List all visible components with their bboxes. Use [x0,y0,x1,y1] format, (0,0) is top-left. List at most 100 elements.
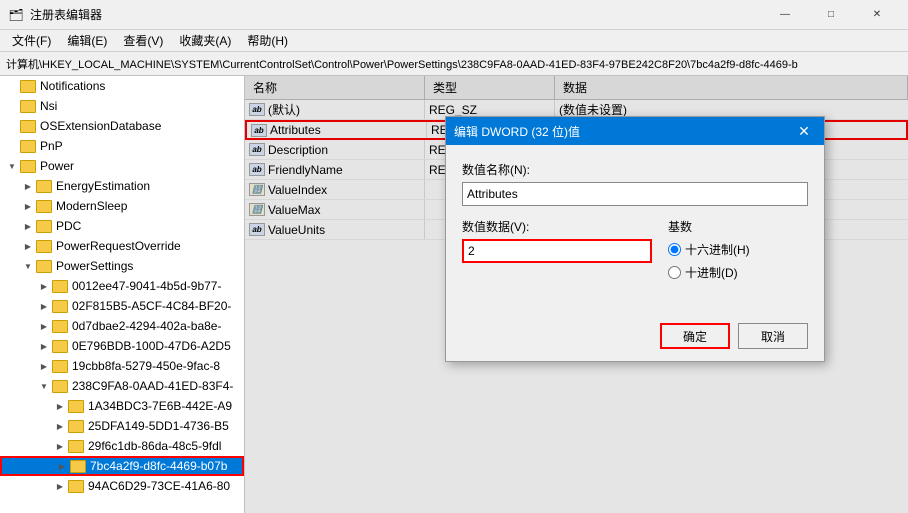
tree-toggle-icon[interactable]: ▶ [52,418,68,434]
folder-icon [36,220,52,233]
tree-item-label: 94AC6D29-73CE-41A6-80 [88,479,230,493]
tree-toggle-icon[interactable]: ▶ [36,298,52,314]
tree-toggle-icon[interactable] [4,138,20,154]
dialog-footer: 确定 取消 [446,315,824,361]
window-controls: — □ ✕ [762,0,900,30]
tree-item[interactable]: ▶ ModernSleep [0,196,244,216]
tree-toggle-icon[interactable]: ▶ [20,238,36,254]
edit-dword-dialog: 编辑 DWORD (32 位)值 ✕ 数值名称(N): 数值数据(V): 基数 [445,116,825,362]
tree-item[interactable]: ▶0d7dbae2-4294-402a-ba8e- [0,316,244,336]
tree-item[interactable]: ▶19cbb8fa-5279-450e-9fac-8 [0,356,244,376]
tree-item-label: PowerRequestOverride [56,239,181,253]
menu-item[interactable]: 文件(F) [4,30,59,51]
dialog-close-button[interactable]: ✕ [792,119,816,143]
modal-overlay: 编辑 DWORD (32 位)值 ✕ 数值名称(N): 数值数据(V): 基数 [245,76,908,513]
tree-item[interactable]: Notifications [0,76,244,96]
folder-icon [36,200,52,213]
name-label: 数值名称(N): [462,161,808,178]
tree-toggle-icon[interactable]: ▶ [20,178,36,194]
tree-item-label: PDC [56,219,81,233]
tree-toggle-icon[interactable]: ▶ [36,318,52,334]
tree-item[interactable]: ▼PowerSettings [0,256,244,276]
tree-item[interactable]: ▶ PowerRequestOverride [0,236,244,256]
menu-item[interactable]: 收藏夹(A) [171,30,239,51]
tree-item-label: EnergyEstimation [56,179,150,193]
hex-radio[interactable] [668,243,681,256]
window-title: 注册表编辑器 [30,6,762,23]
base-label: 基数 [668,218,808,235]
folder-icon [52,300,68,313]
folder-icon [20,160,36,173]
value-section: 数值数据(V): [462,218,652,287]
menu-item[interactable]: 编辑(E) [59,30,115,51]
tree-toggle-icon[interactable] [4,118,20,134]
tree-item[interactable]: Nsi [0,96,244,116]
folder-icon [20,100,36,113]
folder-icon [68,420,84,433]
folder-icon [20,140,36,153]
tree-toggle-icon[interactable]: ▼ [36,378,52,394]
tree-item-label: PnP [40,139,63,153]
tree-toggle-icon[interactable]: ▶ [20,198,36,214]
menu-item[interactable]: 查看(V) [115,30,171,51]
folder-icon [52,360,68,373]
tree-item[interactable]: ▶ 0012ee47-9041-4b5d-9b77- [0,276,244,296]
maximize-button[interactable]: □ [808,0,854,30]
dialog-title: 编辑 DWORD (32 位)值 [454,123,792,140]
tree-item-label: 29f6c1db-86da-48c5-9fdl [88,439,221,453]
tree-toggle-icon[interactable]: ▶ [54,458,70,474]
tree-toggle-icon[interactable] [4,98,20,114]
tree-item[interactable]: ▶ 7bc4a2f9-d8fc-4469-b07b [0,456,244,476]
tree-item[interactable]: ▶02F815B5-A5CF-4C84-BF20- [0,296,244,316]
tree-item-label: 238C9FA8-0AAD-41ED-83F4- [72,379,233,393]
tree-item[interactable]: ▶ 94AC6D29-73CE-41A6-80 [0,476,244,496]
cancel-button[interactable]: 取消 [738,323,808,349]
tree-item[interactable]: OSExtensionDatabase [0,116,244,136]
app-icon: 🗂 [8,7,24,23]
menu-bar: 文件(F)编辑(E)查看(V)收藏夹(A)帮助(H) [0,30,908,52]
ok-button[interactable]: 确定 [660,323,730,349]
tree-item[interactable]: ▶ 0E796BDB-100D-47D6-A2D5 [0,336,244,356]
folder-icon [70,460,86,473]
tree-toggle-icon[interactable]: ▶ [52,438,68,454]
tree-item-label: 1A34BDC3-7E6B-442E-A9 [88,399,232,413]
tree-item[interactable]: ▶ 29f6c1db-86da-48c5-9fdl [0,436,244,456]
menu-item[interactable]: 帮助(H) [239,30,296,51]
tree-toggle-icon[interactable]: ▶ [20,218,36,234]
tree-item-label: 7bc4a2f9-d8fc-4469-b07b [90,459,227,473]
tree-item-label: ModernSleep [56,199,127,213]
minimize-button[interactable]: — [762,0,808,30]
tree-toggle-icon[interactable]: ▶ [36,358,52,374]
title-bar: 🗂 注册表编辑器 — □ ✕ [0,0,908,30]
tree-item[interactable]: PnP [0,136,244,156]
tree-toggle-icon[interactable]: ▶ [52,398,68,414]
right-panel: 名称类型数据 ab(默认)REG_SZ(数值未设置)abAttributesRE… [245,76,908,513]
tree-toggle-icon[interactable]: ▶ [36,278,52,294]
tree-toggle-icon[interactable]: ▶ [36,338,52,354]
tree-item[interactable]: ▼ 238C9FA8-0AAD-41ED-83F4- [0,376,244,396]
tree-toggle-icon[interactable]: ▼ [4,158,20,174]
tree-scroll[interactable]: NotificationsNsiOSExtensionDatabasePnP▼P… [0,76,244,513]
tree-toggle-icon[interactable]: ▶ [52,478,68,494]
tree-item-label: 0E796BDB-100D-47D6-A2D5 [72,339,231,353]
tree-item-label: 0012ee47-9041-4b5d-9b77- [72,279,221,293]
tree-toggle-icon[interactable] [4,78,20,94]
tree-item[interactable]: ▶ 1A34BDC3-7E6B-442E-A9 [0,396,244,416]
hex-radio-label[interactable]: 十六进制(H) [668,241,808,258]
folder-icon [68,480,84,493]
dialog-titlebar: 编辑 DWORD (32 位)值 ✕ [446,117,824,145]
tree-toggle-icon[interactable]: ▼ [20,258,36,274]
name-input[interactable] [462,182,808,206]
data-label: 数值数据(V): [462,218,652,235]
close-button[interactable]: ✕ [854,0,900,30]
base-section: 基数 十六进制(H) 十进制(D) [668,218,808,287]
tree-item[interactable]: ▶ EnergyEstimation [0,176,244,196]
tree-item[interactable]: ▶25DFA149-5DD1-4736-B5 [0,416,244,436]
value-row: 数值数据(V): 基数 十六进制(H) [462,218,808,287]
folder-icon [52,380,68,393]
tree-item[interactable]: ▶ PDC [0,216,244,236]
dec-radio-label[interactable]: 十进制(D) [668,264,808,281]
tree-item[interactable]: ▼Power [0,156,244,176]
data-input[interactable] [462,239,652,263]
dec-radio[interactable] [668,266,681,279]
